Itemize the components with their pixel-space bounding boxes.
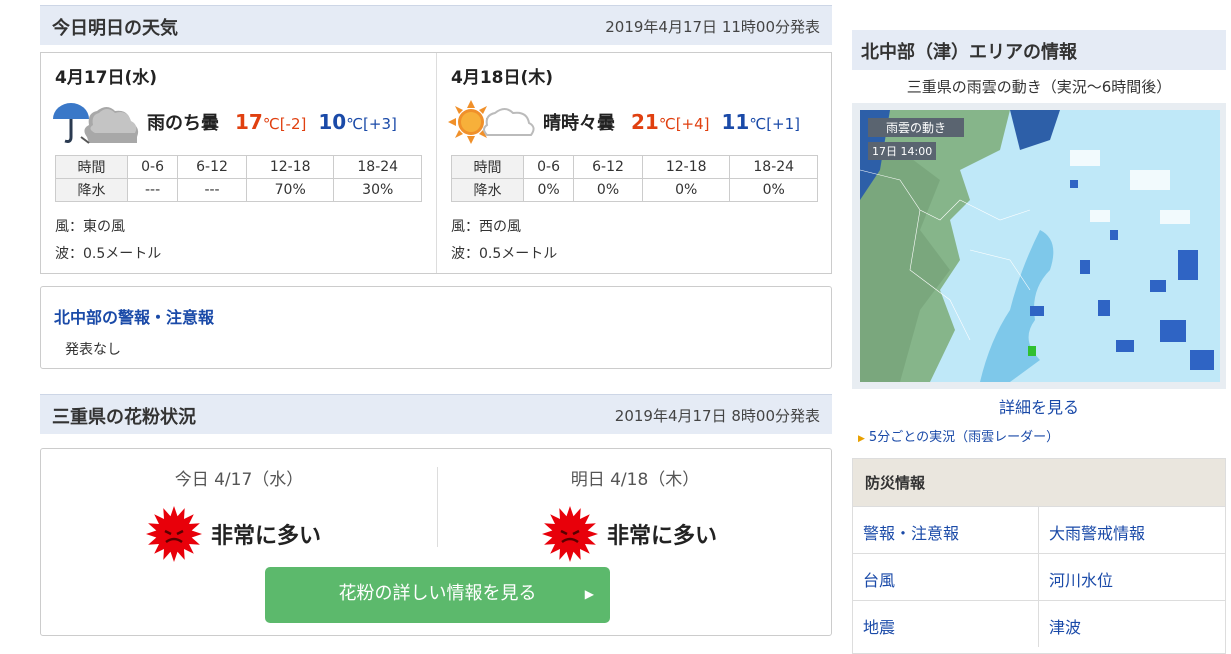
table-header-cell: 6-12	[573, 155, 643, 179]
radar-time-label: 17日 14:00	[868, 142, 937, 160]
pollen-date: 明日 4/18（木）	[570, 470, 700, 490]
forecast-summary: 晴時々曇 21℃[+4] 11℃[+1]	[447, 99, 800, 145]
table-header-cell: 0-6	[522, 155, 575, 179]
precipitation-table: 時間 0-6 6-12 12-18 18-24 降水 --- --- 70% 3…	[55, 155, 422, 202]
disaster-link-tsunami[interactable]: 津波	[1039, 600, 1225, 647]
pollen-date: 今日 4/17（水）	[174, 470, 304, 490]
disaster-link-warnings[interactable]: 警報・注意報	[853, 506, 1039, 553]
pollen-detail-button[interactable]: 花粉の詳しい情報を見る ▶	[265, 567, 610, 623]
low-temp-value: 11	[721, 110, 750, 134]
weather-forecast-box: 4月17日(水) 雨のち曇 17℃[-2] 10℃[+3] 時間 0-6 6-1…	[40, 52, 832, 274]
high-temp-value: 17	[235, 110, 263, 134]
forecast-wave: 波：0.5メートル	[451, 246, 558, 262]
table-cell: 30%	[333, 178, 422, 202]
table-cell: 降水	[451, 178, 524, 202]
weather-section-header: 今日明日の天気 2019年4月17日 11時00分発表	[40, 5, 832, 45]
pollen-issued-time: 2019年4月17日 8時00分発表	[614, 407, 820, 425]
sun-cloud-icon	[447, 99, 537, 145]
warning-status: 発表なし	[65, 342, 121, 358]
weather-section-title: 今日明日の天気	[52, 18, 178, 39]
pollen-tomorrow: 明日 4/18（木） 非常に多い	[437, 465, 833, 562]
radar-image: 雨雲の動き 17日 14:00	[860, 110, 1220, 382]
weather-issued-time: 2019年4月17日 11時00分発表	[605, 18, 820, 36]
disaster-link-river-level[interactable]: 河川水位	[1039, 553, 1225, 600]
table-cell: 降水	[55, 178, 128, 202]
high-temp-value: 21	[631, 110, 659, 134]
disaster-link-heavy-rain[interactable]: 大雨警戒情報	[1039, 506, 1225, 553]
pollen-detail-button-label: 花粉の詳しい情報を見る	[338, 583, 537, 604]
pollen-level-text: 非常に多い	[607, 524, 718, 549]
pollen-very-high-icon	[542, 506, 598, 562]
arrow-right-icon: ▶	[584, 587, 594, 601]
forecast-low-temp: 10℃[+3]	[318, 110, 397, 134]
table-header-cell: 時間	[451, 155, 524, 179]
table-cell: 0%	[522, 178, 575, 202]
table-cell: ---	[126, 178, 179, 202]
radar-caption: 三重県の雨雲の動き（実況～6時間後）	[906, 78, 1172, 96]
forecast-high-temp: 21℃[+4]	[631, 110, 710, 134]
umbrella-cloud-icon	[51, 99, 141, 145]
pollen-level-text: 非常に多い	[211, 524, 322, 549]
table-row: 降水 --- --- 70% 30%	[55, 178, 422, 202]
forecast-wind: 風：東の風	[55, 219, 125, 235]
pollen-level: 非常に多い	[145, 505, 321, 563]
table-cell: 0%	[573, 178, 643, 202]
low-temp-value: 10	[318, 110, 347, 134]
high-temp-diff: ℃[+4]	[658, 115, 710, 133]
forecast-low-temp: 11℃[+1]	[722, 110, 801, 134]
forecast-telop: 晴時々曇	[543, 113, 615, 134]
table-cell: 0%	[641, 178, 731, 202]
forecast-high-temp: 17℃[-2]	[235, 110, 306, 134]
forecast-summary: 雨のち曇 17℃[-2] 10℃[+3]	[51, 99, 397, 145]
radar-realtime-link-label: 5分ごとの実況（雨雲レーダー）	[868, 430, 1060, 445]
warning-box: 北中部の警報・注意報 発表なし	[40, 286, 832, 369]
low-temp-diff: ℃[+1]	[749, 115, 801, 133]
table-row: 時間 0-6 6-12 12-18 18-24	[55, 155, 422, 179]
disaster-info-grid: 警報・注意報 大雨警戒情報 台風 河川水位 地震 津波	[853, 506, 1225, 647]
area-info-title: 北中部（津）エリアの情報	[861, 42, 1077, 63]
forecast-day-today: 4月17日(水) 雨のち曇 17℃[-2] 10℃[+3] 時間 0-6 6-1…	[41, 53, 436, 273]
high-temp-diff: ℃[-2]	[262, 115, 307, 133]
precipitation-table: 時間 0-6 6-12 12-18 18-24 降水 0% 0% 0% 0%	[451, 155, 818, 202]
area-info-header: 北中部（津）エリアの情報	[852, 30, 1226, 70]
triangle-right-icon: ▶	[858, 434, 865, 444]
pollen-today: 今日 4/17（水） 非常に多い	[41, 465, 437, 562]
disaster-info-panel: 防災情報 警報・注意報 大雨警戒情報 台風 河川水位 地震 津波	[852, 458, 1226, 654]
low-temp-diff: ℃[+3]	[346, 115, 397, 133]
radar-title-label: 雨雲の動き	[868, 118, 965, 137]
pollen-level: 非常に多い	[541, 505, 717, 563]
table-cell: ---	[177, 178, 247, 202]
table-row: 時間 0-6 6-12 12-18 18-24	[451, 155, 818, 179]
table-header-cell: 18-24	[729, 155, 818, 179]
forecast-date: 4月17日(水)	[55, 68, 158, 88]
table-cell: 0%	[729, 178, 818, 202]
rain-radar-map[interactable]: 雨雲の動き 17日 14:00	[852, 103, 1226, 389]
disaster-link-typhoon[interactable]: 台風	[853, 553, 1039, 600]
forecast-wind: 風：西の風	[451, 219, 521, 235]
warning-title-link[interactable]: 北中部の警報・注意報	[54, 304, 214, 328]
table-header-cell: 時間	[55, 155, 128, 179]
pollen-section-header: 三重県の花粉状況 2019年4月17日 8時00分発表	[40, 394, 832, 434]
table-header-cell: 0-6	[126, 155, 179, 179]
forecast-telop: 雨のち曇	[147, 113, 219, 134]
disaster-link-earthquake[interactable]: 地震	[853, 600, 1039, 647]
table-header-cell: 12-18	[245, 155, 335, 179]
table-header-cell: 18-24	[333, 155, 422, 179]
table-cell: 70%	[245, 178, 335, 202]
disaster-info-title: 防災情報	[853, 459, 1225, 506]
forecast-day-tomorrow: 4月18日(木) 晴時々曇 21℃[+4] 11℃[+1] 時間 0-6 6-1…	[436, 53, 831, 273]
forecast-date: 4月18日(木)	[451, 68, 554, 88]
pollen-box: 今日 4/17（水） 非常に多い 明日 4/18（木） 非常に多い 花粉の詳しい…	[40, 448, 832, 636]
forecast-wave: 波：0.5メートル	[55, 246, 162, 262]
pollen-section-title: 三重県の花粉状況	[52, 407, 196, 428]
pollen-very-high-icon	[146, 506, 202, 562]
radar-realtime-link[interactable]: ▶ 5分ごとの実況（雨雲レーダー）	[858, 426, 1059, 445]
table-header-cell: 12-18	[641, 155, 731, 179]
table-header-cell: 6-12	[177, 155, 247, 179]
radar-detail-link[interactable]: 詳細を見る	[852, 394, 1226, 418]
table-row: 降水 0% 0% 0% 0%	[451, 178, 818, 202]
